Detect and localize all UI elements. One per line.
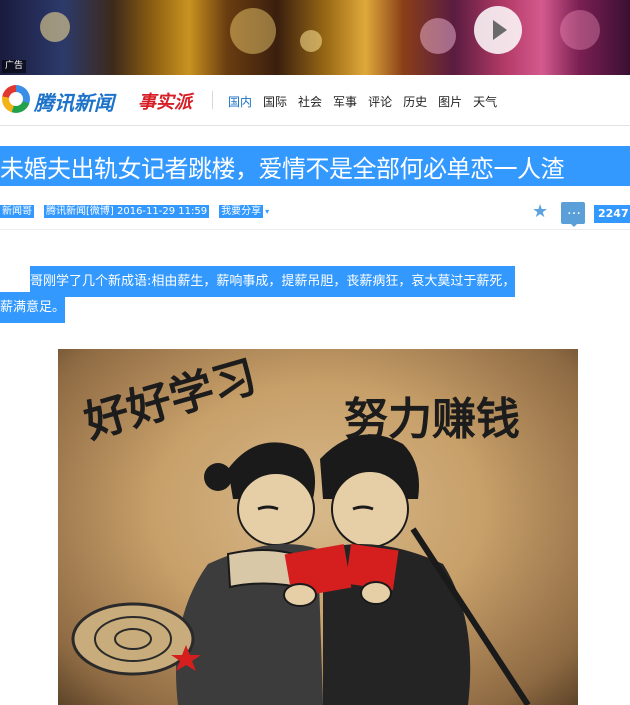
comment-count[interactable]: 2247 <box>594 205 630 223</box>
nav-item-history[interactable]: 历史 <box>403 95 427 109</box>
ad-sparkle <box>560 10 600 50</box>
paragraph-line: 薪满意足。 <box>0 292 66 323</box>
brand-name[interactable]: 腾讯新闻 <box>34 87 114 116</box>
nav-item-domestic[interactable]: 国内 <box>228 95 252 109</box>
article-image: 好好学习 努力赚钱 <box>58 349 578 705</box>
chevron-down-icon[interactable]: ▾ <box>263 206 271 217</box>
article-title: 未婚夫出轨女记者跳楼，爱情不是全部何必单恋一人渣 <box>0 155 565 183</box>
ad-banner[interactable]: 广告 <box>0 0 630 75</box>
share-button[interactable]: 我要分享 <box>219 205 264 218</box>
nav-item-opinion[interactable]: 评论 <box>368 95 392 109</box>
ad-sparkle <box>300 30 322 52</box>
divider <box>0 229 630 230</box>
author-link[interactable]: 新闻哥 <box>0 205 34 218</box>
channel-nav: 国内 国际 社会 军事 评论 历史 图片 天气 <box>228 95 508 109</box>
star-icon[interactable]: ★ <box>532 203 548 221</box>
ad-sparkle <box>40 12 70 42</box>
tencent-news-logo-icon[interactable] <box>2 85 30 113</box>
headline-selection: 未婚夫出轨女记者跳楼，爱情不是全部何必单恋一人渣 <box>0 146 630 186</box>
nav-item-international[interactable]: 国际 <box>263 95 287 109</box>
nav-item-military[interactable]: 军事 <box>333 95 357 109</box>
sub-brand[interactable]: 事实派 <box>138 88 192 114</box>
site-header: 腾讯新闻 事实派 国内 国际 社会 军事 评论 历史 图片 天气 <box>0 75 630 126</box>
nav-item-society[interactable]: 社会 <box>298 95 322 109</box>
nav-item-photos[interactable]: 图片 <box>438 95 462 109</box>
play-icon[interactable] <box>474 6 522 54</box>
ad-sparkle <box>230 8 276 54</box>
source-link[interactable]: 腾讯新闻[微博] 2016-11-29 11:59 <box>44 205 210 218</box>
paragraph-line: 哥刚学了几个新成语:相由薪生，薪响事成，提薪吊胆，丧薪病狂，哀大莫过于薪死， <box>30 266 516 297</box>
ad-sparkle <box>420 18 456 54</box>
nav-divider <box>212 91 213 109</box>
nav-item-weather[interactable]: 天气 <box>473 95 497 109</box>
ad-label: 广告 <box>2 60 27 73</box>
poster-caption-right: 努力赚钱 <box>344 394 520 445</box>
comment-icon[interactable] <box>561 202 585 227</box>
article-meta: 新闻哥 腾讯新闻[微博] 2016-11-29 11:59 我要分享 ▾ <box>0 205 281 221</box>
